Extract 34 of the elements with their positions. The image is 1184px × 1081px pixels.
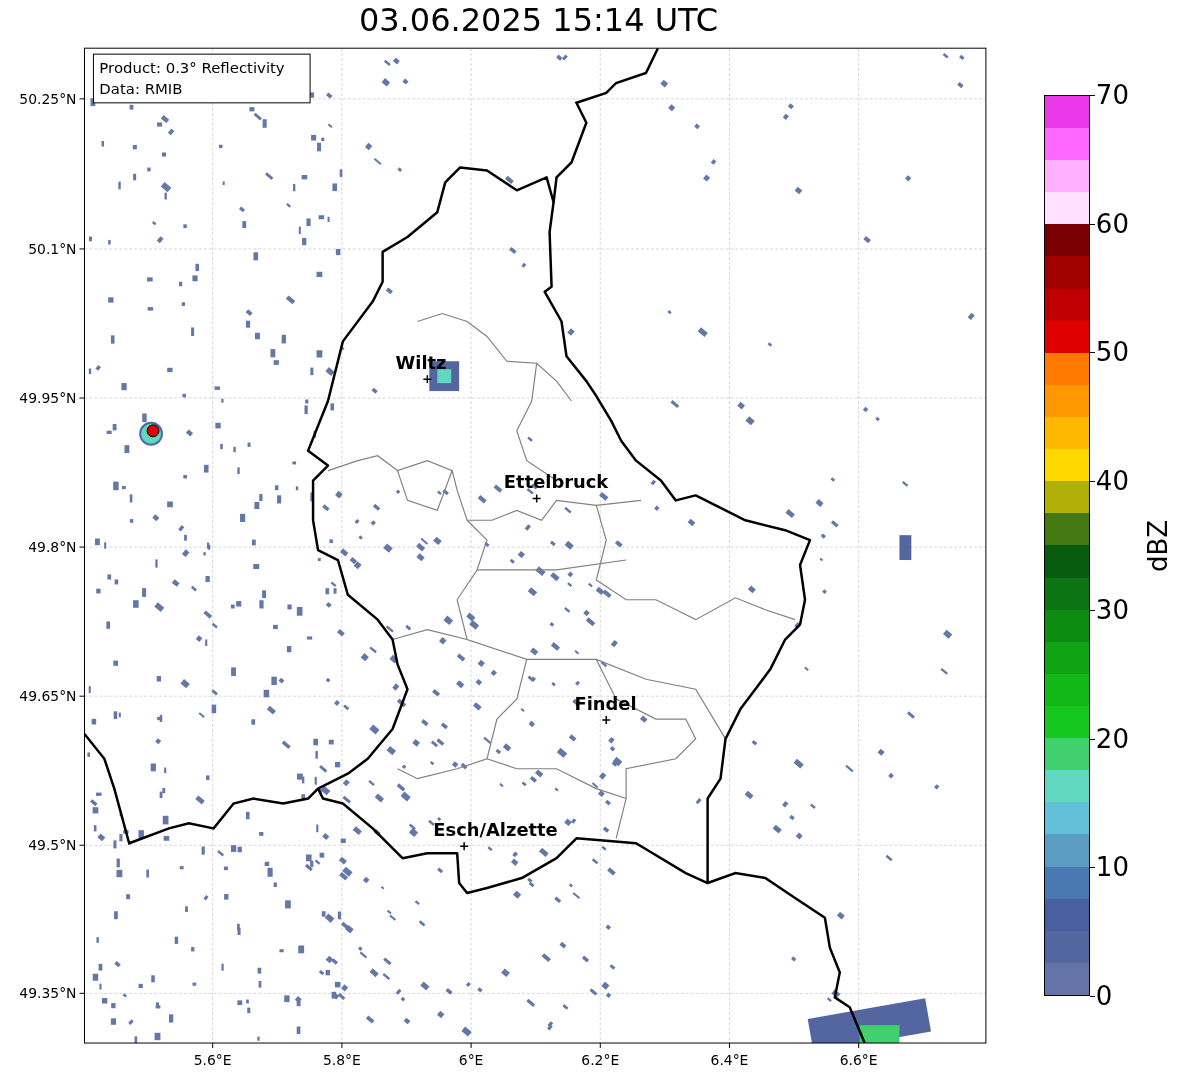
chart-title: 03.06.2025 15:14 UTC (358, 0, 719, 41)
tick-label: 49.65°N (19, 688, 77, 705)
city-marker-icon (531, 493, 542, 504)
colorbar-tick-label: 40 (1095, 468, 1129, 495)
tick-label: 6.2°E (581, 1051, 620, 1068)
colorbar-label: dBZ (1142, 519, 1173, 572)
colorbar-tick-label: 20 (1095, 725, 1129, 752)
city-label: Esch/Alzette (433, 819, 558, 841)
tick-label: 49.95°N (19, 390, 77, 406)
colorbar-tick-label: 0 (1095, 983, 1113, 1009)
info-text: Product: 0.3° Reflectivity (99, 59, 285, 78)
tick-label: 5.8°E (322, 1051, 361, 1068)
city-marker-icon (422, 374, 433, 384)
tick-label: 49.5°N (28, 837, 77, 854)
colorbar-tick-label: 10 (1095, 854, 1129, 881)
city-label: Findel (574, 693, 637, 715)
info-text: Data: RMIB (99, 79, 183, 98)
tick-label: 49.35°N (19, 985, 77, 1002)
colorbar-tick-label: 50 (1095, 339, 1129, 366)
city-label: Wiltz (395, 352, 447, 374)
radar-site-marker (139, 421, 163, 446)
colorbar-tick-label: 60 (1095, 210, 1129, 237)
tick-label: 6.6°E (839, 1051, 878, 1068)
city-marker-icon (459, 841, 469, 851)
colorbar-tick-label: 30 (1095, 596, 1129, 623)
tick-label: 49.8°N (28, 539, 77, 556)
city-label: Ettelbruck (503, 471, 609, 493)
tick-label: 6°E (458, 1051, 484, 1068)
city-marker-icon (601, 715, 611, 725)
tick-label: 5.6°E (193, 1051, 232, 1068)
tick-label: 50.1°N (28, 240, 77, 257)
tick-label: 50.25°N (19, 90, 77, 107)
colorbar-tick-label: 70 (1095, 82, 1129, 108)
tick-label: 6.4°E (710, 1051, 749, 1068)
